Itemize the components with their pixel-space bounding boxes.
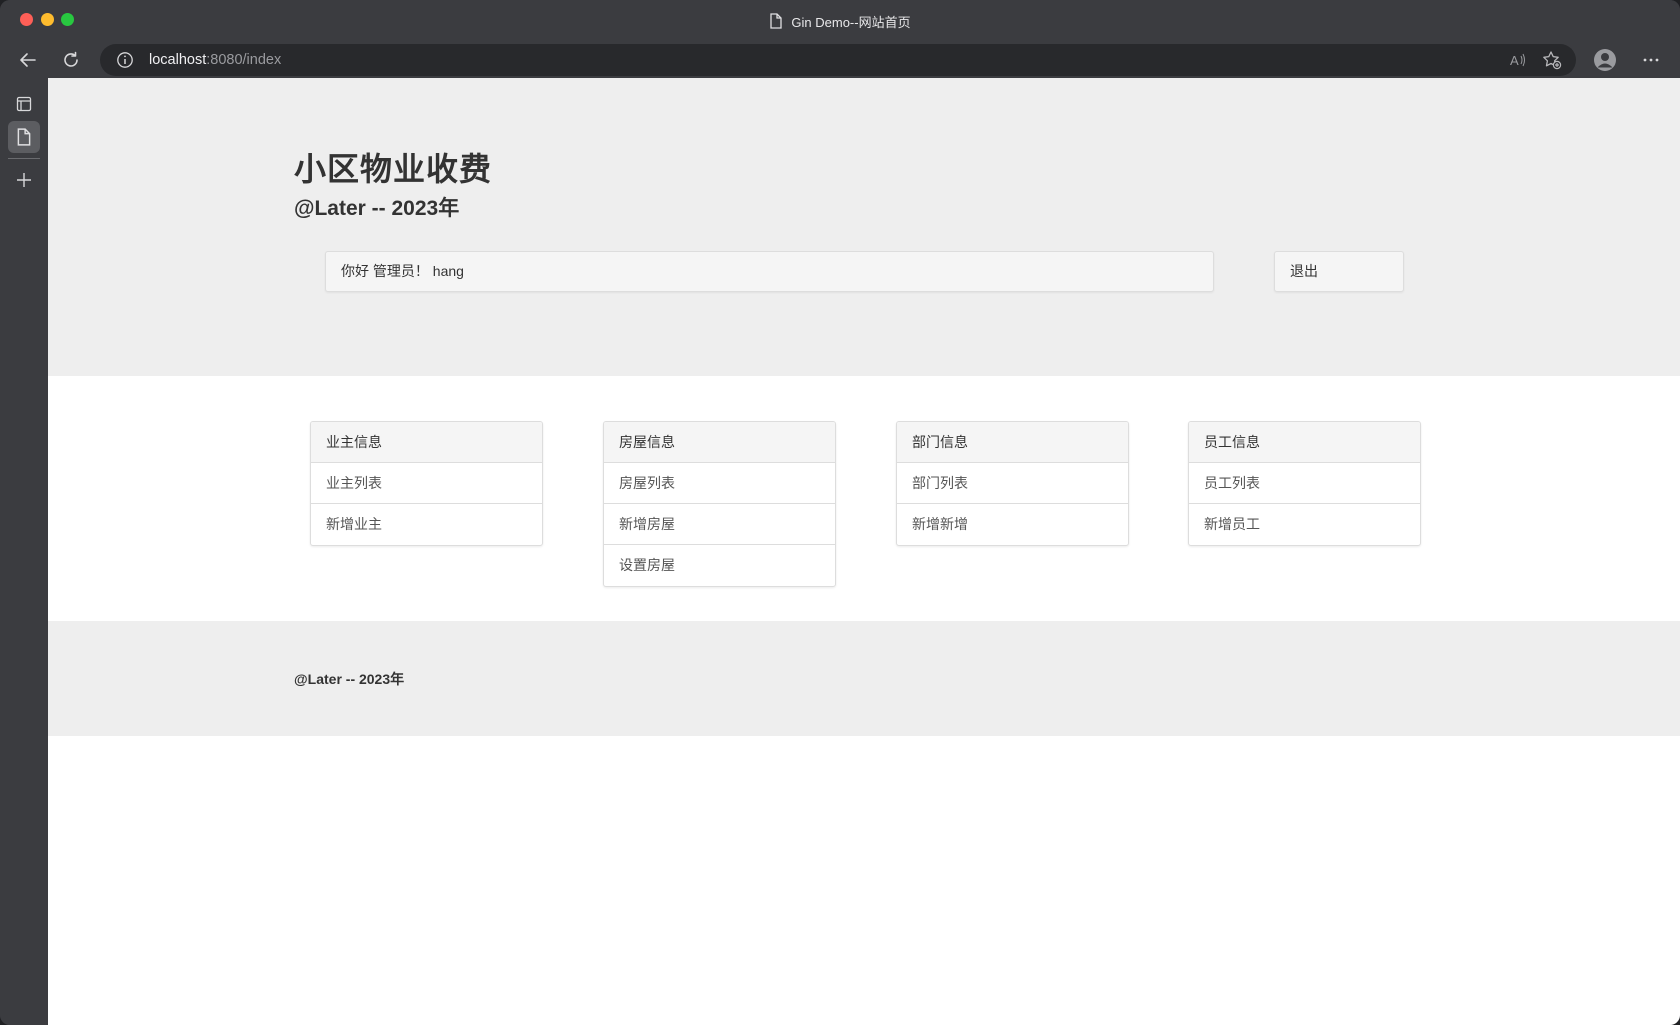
reload-icon	[64, 51, 78, 67]
panel-heading: 业主信息	[311, 422, 542, 463]
jumbotron-header: 小区物业收费 @Later -- 2023年 你好 管理员！ hang 退出	[48, 78, 1680, 376]
vertical-tabs-sidebar	[0, 78, 48, 1025]
url-text[interactable]: localhost:8080/index	[149, 44, 281, 76]
panel-employee-info: 员工信息 员工列表 新增员工	[1188, 421, 1421, 546]
panel-owner-info: 业主信息 业主列表 新增业主	[310, 421, 543, 546]
plus-icon	[17, 173, 31, 187]
title-bar: Gin Demo--网站首页	[0, 0, 1680, 42]
panel-heading: 房屋信息	[604, 422, 835, 463]
sidebar-tab-current[interactable]	[8, 121, 40, 153]
menu-item-owner-list[interactable]: 业主列表	[311, 463, 542, 504]
panel-house-info: 房屋信息 房屋列表 新增房屋 设置房屋	[603, 421, 836, 587]
panel-heading: 员工信息	[1189, 422, 1420, 463]
info-icon[interactable]	[116, 51, 134, 69]
new-tab-button[interactable]	[8, 164, 40, 196]
menu-item-employee-list[interactable]: 员工列表	[1189, 463, 1420, 504]
tab-title[interactable]: Gin Demo--网站首页	[0, 0, 1680, 42]
panel-heading: 部门信息	[897, 422, 1128, 463]
page-viewport: 小区物业收费 @Later -- 2023年 你好 管理员！ hang 退出 业…	[48, 78, 1680, 1025]
add-favorite-icon[interactable]	[1542, 50, 1562, 70]
sidebar-divider	[8, 158, 40, 159]
reload-button[interactable]	[59, 48, 83, 72]
back-arrow-icon	[20, 53, 36, 67]
browser-window: Gin Demo--网站首页 localhost:8080/index A 小区…	[0, 0, 1680, 1025]
browser-toolbar: localhost:8080/index A	[0, 42, 1680, 78]
profile-icon	[1594, 49, 1616, 71]
page-footer: @Later -- 2023年	[48, 621, 1680, 736]
back-button[interactable]	[16, 48, 40, 72]
menu-item-house-list[interactable]: 房屋列表	[604, 463, 835, 504]
logout-button[interactable]: 退出	[1274, 251, 1404, 292]
svg-text:A: A	[1510, 53, 1519, 68]
address-bar[interactable]: localhost:8080/index A	[100, 44, 1576, 76]
menu-item-add-department[interactable]: 新增新增	[897, 504, 1128, 545]
read-aloud-icon[interactable]: A	[1508, 50, 1528, 70]
more-icon	[1643, 58, 1659, 62]
menu-item-set-house[interactable]: 设置房屋	[604, 545, 835, 586]
tab-actions-icon	[16, 96, 32, 112]
welcome-message: 你好 管理员！ hang	[325, 251, 1214, 292]
menu-item-department-list[interactable]: 部门列表	[897, 463, 1128, 504]
page-subtitle: @Later -- 2023年	[294, 197, 460, 220]
url-host: localhost	[149, 52, 207, 68]
document-icon	[17, 128, 31, 146]
footer-copyright: @Later -- 2023年	[294, 671, 405, 687]
menu-item-add-owner[interactable]: 新增业主	[311, 504, 542, 545]
tab-title-text: Gin Demo--网站首页	[791, 14, 911, 30]
more-menu-button[interactable]	[1639, 48, 1663, 72]
menu-item-add-house[interactable]: 新增房屋	[604, 504, 835, 545]
url-path: :8080/index	[206, 52, 282, 68]
profile-button[interactable]	[1593, 48, 1617, 72]
menu-item-add-employee[interactable]: 新增员工	[1189, 504, 1420, 545]
document-icon	[770, 13, 783, 29]
panel-department-info: 部门信息 部门列表 新增新增	[896, 421, 1129, 546]
tab-actions-button[interactable]	[8, 88, 40, 120]
page-title: 小区物业收费	[294, 151, 493, 187]
